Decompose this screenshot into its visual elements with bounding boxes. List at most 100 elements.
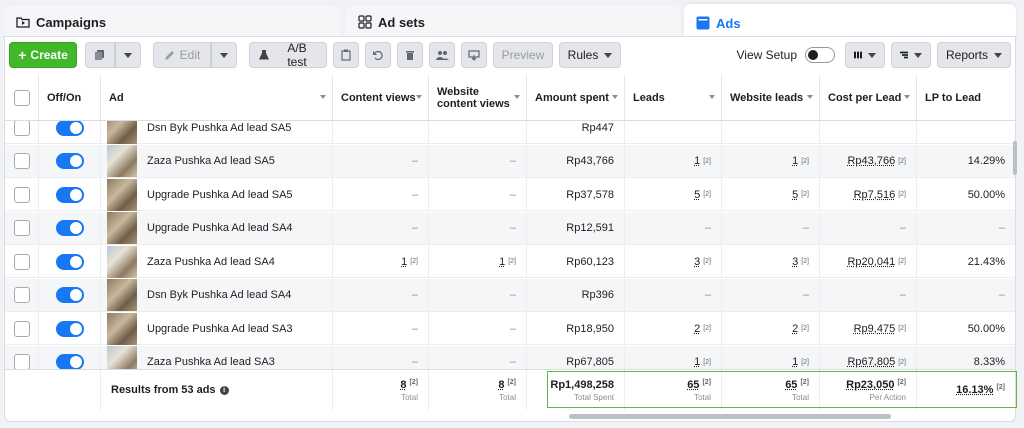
table-row[interactable]: Zaza Pushka Ad lead SA5– – Rp43,766 1 [2] 1 [2…	[5, 144, 1015, 178]
row-checkbox[interactable]	[13, 287, 30, 303]
ad-name[interactable]: Dsn Byk Pushka Ad lead SA4	[147, 289, 291, 301]
cell-cost-per-lead: Rp67,805 [2]	[820, 345, 917, 369]
table-row[interactable]: Zaza Pushka Ad lead SA4 1 [2] 1 [2] Rp60,123 3…	[5, 245, 1015, 278]
header-amount-spent[interactable]: Amount spent	[527, 75, 625, 121]
ad-on-off-toggle[interactable]	[55, 354, 84, 369]
row-checkbox[interactable]	[13, 153, 30, 169]
people-icon	[435, 50, 449, 60]
row-checkbox[interactable]	[13, 186, 30, 203]
cell-value[interactable]: 1	[694, 356, 700, 368]
duplicate-dropdown[interactable]	[115, 42, 141, 68]
export-button[interactable]	[461, 42, 487, 68]
cell-value[interactable]: Rp43,766	[847, 155, 895, 167]
cell-value[interactable]: 1	[401, 256, 407, 268]
ad-name[interactable]: Upgrade Pushka Ad lead SA4	[147, 222, 293, 234]
ad-thumbnail[interactable]	[107, 212, 137, 244]
header-off-on[interactable]: Off/On	[39, 75, 101, 121]
ad-thumbnail[interactable]	[107, 245, 137, 278]
ad-thumbnail[interactable]	[107, 178, 137, 211]
clipboard-button[interactable]	[333, 42, 359, 68]
cell-value[interactable]: 1	[792, 356, 798, 368]
cell-value[interactable]: 1	[499, 256, 505, 268]
table-row[interactable]: Zaza Pushka Ad lead SA3– – Rp67,805 1 [2] 1 [2…	[5, 345, 1015, 369]
ad-on-off-toggle[interactable]	[55, 186, 84, 203]
reports-button[interactable]: Reports	[937, 42, 1011, 68]
ad-on-off-toggle[interactable]	[55, 253, 84, 270]
row-checkbox[interactable]	[13, 253, 30, 270]
edit-button[interactable]: Edit	[153, 42, 211, 68]
cell-value[interactable]: Rp67,805	[847, 356, 895, 368]
totals-value[interactable]: 65	[785, 379, 797, 391]
header-cost-per-lead[interactable]: Cost per Lead	[820, 75, 917, 121]
row-checkbox[interactable]	[13, 320, 30, 337]
rules-button[interactable]: Rules	[559, 42, 621, 68]
ad-thumbnail[interactable]	[107, 346, 137, 369]
cell-value[interactable]: Rp7,516	[854, 189, 896, 201]
cell-value[interactable]: 2	[694, 323, 700, 335]
ad-on-off-toggle[interactable]	[55, 153, 84, 169]
totals-value[interactable]: 8	[498, 379, 504, 391]
table-row[interactable]: Dsn Byk Pushka Ad lead SA5 Rp447	[5, 121, 1015, 144]
select-all-checkbox[interactable]	[13, 90, 30, 106]
ad-name[interactable]: Zaza Pushka Ad lead SA3	[147, 356, 275, 368]
row-checkbox[interactable]	[13, 354, 30, 369]
tab-campaigns[interactable]: Campaigns	[4, 6, 340, 38]
table-row[interactable]: Upgrade Pushka Ad lead SA5– – Rp37,578 5 [2]…	[5, 178, 1015, 211]
row-checkbox[interactable]	[13, 121, 30, 136]
ad-icon	[696, 16, 710, 30]
ad-thumbnail[interactable]	[107, 145, 137, 177]
cell-value[interactable]: 1	[694, 155, 700, 167]
ad-name[interactable]: Zaza Pushka Ad lead SA4	[147, 256, 275, 268]
columns-button[interactable]	[845, 42, 885, 68]
table-row[interactable]: Upgrade Pushka Ad lead SA3– – Rp18,950 2 [2]…	[5, 312, 1015, 345]
info-icon[interactable]: i	[219, 385, 229, 395]
ad-name[interactable]: Upgrade Pushka Ad lead SA3	[147, 323, 293, 335]
breakdown-button[interactable]	[891, 42, 931, 68]
ad-name[interactable]: Zaza Pushka Ad lead SA5	[147, 155, 275, 167]
tab-ad-sets[interactable]: Ad sets	[346, 6, 680, 38]
table-row[interactable]: Dsn Byk Pushka Ad lead SA4 – – Rp396 – – – –	[5, 278, 1015, 312]
view-setup-toggle[interactable]	[805, 47, 835, 63]
cell-value[interactable]: 5	[792, 189, 798, 201]
ad-thumbnail[interactable]	[107, 121, 137, 144]
ad-on-off-toggle[interactable]	[55, 220, 84, 236]
ad-thumbnail[interactable]	[107, 312, 137, 345]
horizontal-scrollbar[interactable]	[569, 414, 891, 419]
cell-value[interactable]: 1	[792, 155, 798, 167]
delete-button[interactable]	[397, 42, 423, 68]
cell-value[interactable]: Rp9,475	[854, 323, 896, 335]
ad-name[interactable]: Upgrade Pushka Ad lead SA5	[147, 189, 293, 201]
row-checkbox[interactable]	[13, 220, 30, 236]
create-button[interactable]: + Create	[9, 42, 77, 68]
undo-button[interactable]	[365, 42, 391, 68]
ad-on-off-toggle[interactable]	[55, 287, 84, 303]
ad-thumbnail[interactable]	[107, 279, 137, 311]
header-website-content-views[interactable]: Website content views	[429, 75, 527, 121]
ab-test-button[interactable]: A/B test	[249, 41, 327, 69]
ad-on-off-toggle[interactable]	[55, 121, 84, 136]
table-row[interactable]: Upgrade Pushka Ad lead SA4 – – Rp12,591 – – – –	[5, 211, 1015, 245]
header-website-leads[interactable]: Website leads	[722, 75, 820, 121]
totals-value[interactable]: 16.13%	[956, 384, 993, 396]
totals-value[interactable]: 8	[400, 379, 406, 391]
cell-value[interactable]: 5	[694, 189, 700, 201]
cell-value: –	[411, 188, 418, 201]
cell-value[interactable]: Rp20,041	[847, 256, 895, 268]
header-content-views[interactable]: Content views	[333, 75, 429, 121]
cell-value[interactable]: 3	[792, 256, 798, 268]
totals-value[interactable]: 65	[687, 379, 699, 391]
header-lp-to-lead[interactable]: LP to Lead	[917, 75, 1015, 121]
header-leads[interactable]: Leads	[625, 75, 722, 121]
edit-dropdown[interactable]	[211, 42, 237, 68]
duplicate-button[interactable]	[85, 42, 115, 68]
cell-value[interactable]: 2	[792, 323, 798, 335]
ad-name[interactable]: Dsn Byk Pushka Ad lead SA5	[147, 122, 291, 134]
preview-button[interactable]: Preview	[493, 42, 553, 68]
audience-button[interactable]	[429, 42, 455, 68]
ad-on-off-toggle[interactable]	[55, 320, 84, 337]
cell-lp-to-lead: –	[917, 212, 1015, 245]
totals-value[interactable]: Rp23,050	[846, 379, 894, 391]
cell-value[interactable]: 3	[694, 256, 700, 268]
vertical-scrollbar[interactable]	[1013, 141, 1017, 175]
header-ad[interactable]: Ad	[101, 75, 333, 121]
